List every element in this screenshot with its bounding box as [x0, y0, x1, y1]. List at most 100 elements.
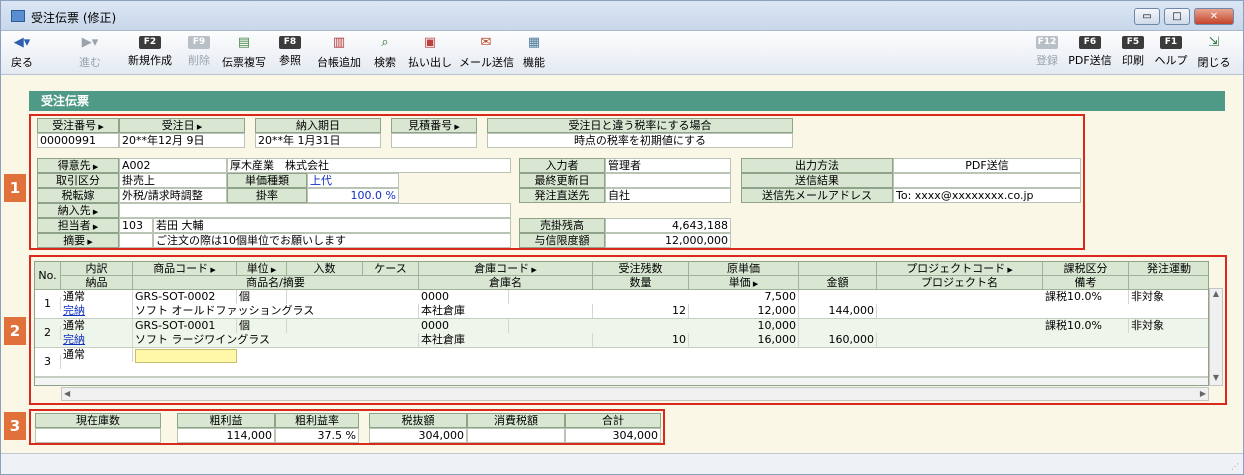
minimize-button[interactable]: ▭: [1134, 8, 1160, 25]
grid-horizontal-scrollbar[interactable]: ◀ ▶: [61, 387, 1209, 401]
staff-name: 若田 大輔: [153, 218, 511, 233]
search-icon: ⌕: [381, 35, 389, 50]
tax-rate-option-label: 受注日と違う税率にする場合: [487, 118, 793, 133]
customer-label[interactable]: 得意先: [37, 158, 119, 173]
gross-profit-label: 粗利益: [177, 413, 275, 428]
order-no-value[interactable]: 00000991: [37, 133, 119, 148]
customer-code[interactable]: A002: [119, 158, 227, 173]
consumption-tax-label: 消費税額: [467, 413, 565, 428]
title-bar: 受注伝票 (修正) ▭ □ ✕: [1, 1, 1243, 31]
help-button[interactable]: F1 ヘルプ: [1153, 34, 1189, 72]
delivery-date-value[interactable]: 20**年 1月31日: [255, 133, 381, 148]
row-tax-type[interactable]: 課税10.0%: [1043, 319, 1129, 333]
delivery-dest-label[interactable]: 納入先: [37, 203, 119, 218]
row-uchiwake[interactable]: 通常: [61, 290, 133, 304]
back-button[interactable]: ◀▾ 戻る: [5, 34, 39, 72]
row-warehouse-code[interactable]: 0000: [419, 290, 509, 304]
forward-button[interactable]: ▶▾ 進む: [73, 34, 107, 72]
rate-value[interactable]: 100.0 %: [307, 188, 399, 203]
row-price[interactable]: 12,000: [689, 304, 799, 318]
order-no-label[interactable]: 受注番号: [37, 118, 119, 133]
row-cost[interactable]: 10,000: [689, 319, 799, 333]
row-amount: 144,000: [799, 304, 877, 318]
order-date-value[interactable]: 20**年12月 9日: [119, 133, 245, 148]
transaction-type-value[interactable]: 掛売上: [119, 173, 227, 188]
scroll-up-icon[interactable]: ▲: [1210, 289, 1222, 301]
function-button[interactable]: ▦ 機能: [518, 34, 550, 72]
resize-grip-icon[interactable]: ⋰: [1231, 462, 1239, 471]
col-warehouse-name: 倉庫名: [419, 276, 593, 290]
col-remarks: 備考: [1043, 276, 1129, 290]
ledger-add-button[interactable]: ▥ 台帳追加: [311, 34, 367, 72]
delivery-dest-value[interactable]: [119, 203, 511, 218]
f5-key-icon: F5: [1122, 36, 1144, 49]
price-type-label: 単価種類: [227, 173, 307, 188]
row-nohin[interactable]: 完納: [61, 304, 133, 318]
col-remarks-2: [1129, 276, 1208, 290]
entered-by-label: 入力者: [519, 158, 605, 173]
row-uchiwake[interactable]: 通常: [61, 348, 133, 362]
new-button[interactable]: F2 新規作成: [123, 34, 177, 72]
staff-code[interactable]: 103: [119, 218, 153, 233]
memo-label[interactable]: 摘要: [37, 233, 119, 248]
row-order-link[interactable]: 非対象: [1129, 319, 1208, 333]
col-product-name: 商品名/摘要: [133, 276, 419, 290]
dispatch-button[interactable]: ▣ 払い出し: [405, 34, 455, 72]
scroll-right-icon[interactable]: ▶: [1200, 388, 1206, 400]
grid-vertical-scrollbar[interactable]: ▲ ▼: [1209, 288, 1223, 386]
row-qty[interactable]: 10: [593, 333, 689, 347]
estimate-no-value[interactable]: [391, 133, 477, 148]
col-nohin: 納品: [61, 276, 133, 290]
row-tax-type[interactable]: 課税10.0%: [1043, 290, 1129, 304]
memo-value[interactable]: ご注文の際は10個単位でお願いします: [153, 233, 511, 248]
row-price[interactable]: 16,000: [689, 333, 799, 347]
forward-arrow-icon: ▶▾: [81, 35, 99, 50]
col-remaining: 受注残数: [593, 262, 689, 276]
tax-rate-option-value[interactable]: 時点の税率を初期値にする: [487, 133, 793, 148]
memo-code[interactable]: [119, 233, 153, 248]
last-updated-label: 最終更新日: [519, 173, 605, 188]
row-warehouse-name: 本社倉庫: [419, 304, 593, 318]
mail-send-button[interactable]: ✉ メール送信: [459, 34, 514, 72]
delete-button[interactable]: F9 削除: [184, 34, 214, 72]
active-product-code-input[interactable]: [135, 349, 237, 363]
register-button[interactable]: F12 登録: [1032, 34, 1062, 72]
send-mail-value[interactable]: To: xxxx@xxxxxxxx.co.jp: [893, 188, 1081, 203]
col-amount: 金額: [799, 276, 877, 290]
col-cost: 原単価: [689, 262, 799, 276]
pdf-send-button[interactable]: F6 PDF送信: [1065, 34, 1115, 72]
scroll-left-icon[interactable]: ◀: [64, 388, 70, 400]
row-order-link[interactable]: 非対象: [1129, 290, 1208, 304]
copy-slip-button[interactable]: ▤ 伝票複写: [218, 34, 270, 72]
delivery-date-label: 納入期日: [255, 118, 381, 133]
row-unit[interactable]: 個: [237, 319, 287, 333]
row-warehouse-code[interactable]: 0000: [419, 319, 509, 333]
tax-transfer-value[interactable]: 外税/請求時調整: [119, 188, 227, 203]
maximize-button[interactable]: □: [1164, 8, 1190, 25]
app-icon: [11, 10, 25, 22]
row-product-name[interactable]: ソフト ラージワイングラス: [133, 333, 419, 347]
row-uchiwake[interactable]: 通常: [61, 319, 133, 333]
row-unit[interactable]: 個: [237, 290, 287, 304]
output-method-value[interactable]: PDF送信: [893, 158, 1081, 173]
row-cost[interactable]: 7,500: [689, 290, 799, 304]
close-window-button[interactable]: ✕: [1194, 8, 1234, 25]
scroll-down-icon[interactable]: ▼: [1210, 373, 1222, 385]
print-button[interactable]: F5 印刷: [1118, 34, 1148, 72]
gross-profit-value: 114,000: [177, 428, 275, 443]
row-qty[interactable]: 12: [593, 304, 689, 318]
order-date-label[interactable]: 受注日: [119, 118, 245, 133]
total-label: 合計: [565, 413, 661, 428]
row-product-name[interactable]: ソフト オールドファッショングラス: [133, 304, 419, 318]
estimate-no-label[interactable]: 見積番号: [391, 118, 477, 133]
price-type-value[interactable]: 上代: [307, 173, 399, 188]
row-no: 1: [35, 297, 61, 311]
search-button[interactable]: ⌕ 検索: [370, 34, 400, 72]
row-product-code[interactable]: GRS-SOT-0001: [133, 319, 237, 333]
staff-label[interactable]: 担当者: [37, 218, 119, 233]
row-nohin[interactable]: 完納: [61, 333, 133, 347]
direct-ship-value[interactable]: 自社: [605, 188, 731, 203]
close-button[interactable]: ⇲ 閉じる: [1195, 34, 1233, 72]
row-product-code[interactable]: GRS-SOT-0002: [133, 290, 237, 304]
reference-button[interactable]: F8 参照: [275, 34, 305, 72]
